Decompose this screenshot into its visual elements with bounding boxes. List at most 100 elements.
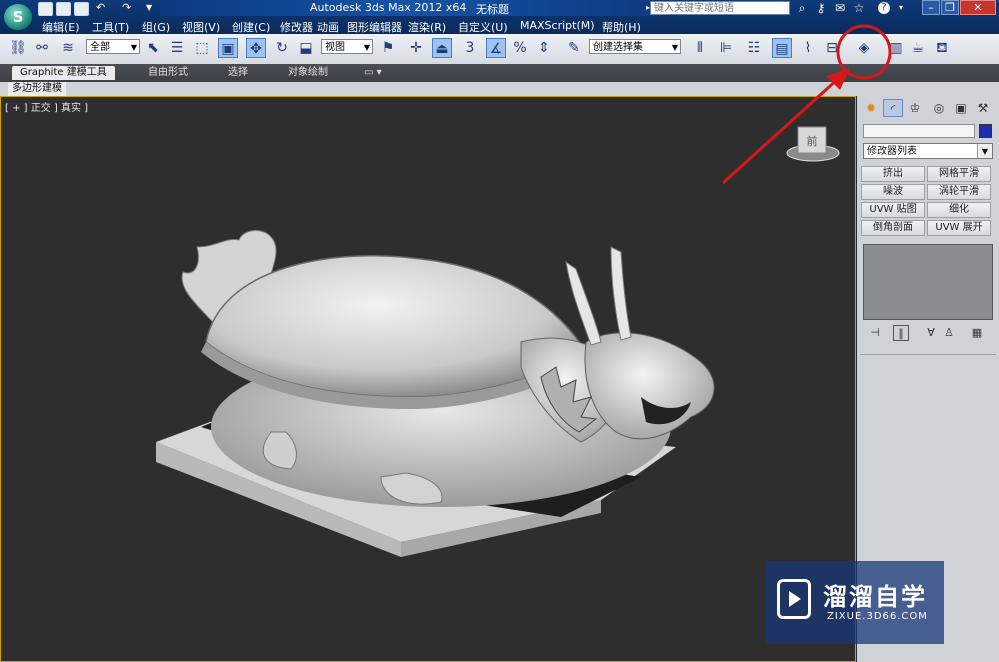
select-object-icon[interactable]: ⬉ bbox=[143, 38, 163, 58]
tessellate-button[interactable]: 细化 bbox=[927, 202, 991, 218]
application-logo-button[interactable]: S bbox=[4, 4, 32, 30]
configure-modifier-sets-icon[interactable]: ▦ bbox=[969, 325, 985, 341]
modify-tab-icon[interactable]: ◜ bbox=[883, 99, 903, 117]
angle-snap-icon[interactable]: ∡ bbox=[486, 38, 506, 58]
search-input[interactable]: 键入关键字或短语 bbox=[650, 1, 790, 15]
polygon-modeling-panel[interactable]: 多边形建模 bbox=[8, 82, 66, 96]
menu-group[interactable]: 组(G) bbox=[142, 19, 170, 35]
select-and-rotate-icon[interactable]: ↻ bbox=[272, 38, 292, 58]
redo-icon[interactable]: ↷ bbox=[122, 2, 135, 14]
material-editor-icon[interactable]: ◈ bbox=[854, 38, 874, 58]
noise-button[interactable]: 噪波 bbox=[861, 184, 925, 200]
tab-selection[interactable]: 选择 bbox=[220, 66, 256, 80]
open-file-icon[interactable] bbox=[56, 2, 71, 16]
window-title: Autodesk 3ds Max 2012 x64 bbox=[310, 1, 467, 14]
communication-icon[interactable]: ✉ bbox=[833, 1, 847, 15]
tab-object-paint[interactable]: 对象绘制 bbox=[280, 66, 336, 80]
link-icon[interactable]: ⛓ bbox=[8, 38, 28, 58]
viewcube[interactable]: 前 bbox=[781, 121, 845, 169]
title-bar: S ↶ ↷ ▼ Autodesk 3ds Max 2012 x64 无标题 ▸ … bbox=[0, 0, 999, 34]
document-title: 无标题 bbox=[476, 3, 509, 16]
unlink-icon[interactable]: ⚯ bbox=[32, 38, 52, 58]
align-icon[interactable]: ⊫ bbox=[716, 38, 736, 58]
binoculars-icon[interactable]: ⌕ bbox=[795, 1, 809, 15]
hierarchy-tab-icon[interactable]: ♔ bbox=[905, 99, 925, 117]
select-and-scale-icon[interactable]: ⬓ bbox=[296, 38, 316, 58]
pivot-center-icon[interactable]: ⚑ bbox=[378, 38, 398, 58]
ribbon-options-icon[interactable]: ▭ ▾ bbox=[356, 66, 390, 80]
curve-editor-icon[interactable]: ⌇ bbox=[798, 38, 818, 58]
bind-space-warp-icon[interactable]: ≋ bbox=[58, 38, 78, 58]
menu-animation[interactable]: 动画 bbox=[317, 19, 339, 35]
menu-tools[interactable]: 工具(T) bbox=[92, 19, 129, 35]
named-selection-value: 创建选择集 bbox=[593, 42, 643, 53]
close-button[interactable]: ✕ bbox=[960, 0, 996, 15]
chevron-down-icon: ▼ bbox=[671, 43, 678, 52]
graphite-toggle-icon[interactable]: ▤ bbox=[772, 38, 792, 58]
edit-named-selection-icon[interactable]: ✎ bbox=[564, 38, 584, 58]
render-setup-icon[interactable]: ▥ bbox=[886, 38, 906, 58]
select-by-name-icon[interactable]: ☰ bbox=[167, 38, 187, 58]
restore-button[interactable]: ❐ bbox=[941, 0, 959, 15]
tab-graphite-modeling[interactable]: Graphite 建模工具 bbox=[12, 66, 115, 80]
minimize-button[interactable]: – bbox=[922, 0, 940, 15]
menu-customize[interactable]: 自定义(U) bbox=[458, 19, 508, 35]
favorites-star-icon[interactable]: ☆ bbox=[852, 1, 866, 15]
menu-edit[interactable]: 编辑(E) bbox=[42, 19, 80, 35]
new-file-icon[interactable] bbox=[38, 2, 53, 16]
select-and-move-icon[interactable]: ✥ bbox=[246, 38, 266, 58]
display-tab-icon[interactable]: ▣ bbox=[951, 99, 971, 117]
turtle-dragon-model[interactable] bbox=[1, 97, 856, 662]
menu-maxscript[interactable]: MAXScript(M) bbox=[520, 19, 595, 32]
chevron-down-icon: ▼ bbox=[363, 43, 370, 52]
utilities-tab-icon[interactable]: ⚒ bbox=[973, 99, 993, 117]
spinner-snap-icon[interactable]: ⇕ bbox=[534, 38, 554, 58]
save-file-icon[interactable] bbox=[74, 2, 89, 16]
menu-modifiers[interactable]: 修改器 bbox=[280, 19, 313, 35]
unwrap-uvw-button[interactable]: UVW 展开 bbox=[927, 220, 991, 236]
modifier-stack[interactable] bbox=[863, 244, 993, 320]
help-dropdown-icon[interactable]: ▾ bbox=[894, 1, 908, 15]
bevel-profile-button[interactable]: 倒角剖面 bbox=[861, 220, 925, 236]
reference-coordinate-dropdown[interactable]: 视图 ▼ bbox=[321, 39, 373, 54]
percent-snap-icon[interactable]: % bbox=[510, 38, 530, 58]
menu-help[interactable]: 帮助(H) bbox=[602, 19, 641, 35]
rectangular-selection-icon[interactable]: ⬚ bbox=[192, 38, 212, 58]
modifier-list-dropdown[interactable]: 修改器列表 ▼ bbox=[863, 143, 993, 159]
extrude-button[interactable]: 挤出 bbox=[861, 166, 925, 182]
named-selection-dropdown[interactable]: 创建选择集 ▼ bbox=[589, 39, 681, 54]
select-manipulate-icon[interactable]: ✛ bbox=[406, 38, 426, 58]
motion-tab-icon[interactable]: ◎ bbox=[929, 99, 949, 117]
show-end-result-icon[interactable]: ∥ bbox=[893, 325, 909, 341]
snaps-toggle-icon[interactable]: 3 bbox=[460, 38, 480, 58]
tab-freeform[interactable]: 自由形式 bbox=[140, 66, 196, 80]
selection-filter-dropdown[interactable]: 全部 ▼ bbox=[86, 39, 140, 54]
mirror-icon[interactable]: ⫴ bbox=[690, 38, 710, 58]
rendered-frame-window-icon[interactable]: ☕ bbox=[908, 38, 928, 58]
turbosmooth-button[interactable]: 涡轮平滑 bbox=[927, 184, 991, 200]
remove-modifier-icon[interactable]: ♙ bbox=[941, 325, 957, 341]
keyboard-shortcut-override-icon[interactable]: ⏏ bbox=[432, 38, 452, 58]
menu-rendering[interactable]: 渲染(R) bbox=[408, 19, 446, 35]
reference-coordinate-value: 视图 bbox=[325, 42, 345, 53]
make-unique-icon[interactable]: ∀ bbox=[923, 325, 939, 341]
subscription-icon[interactable]: ⚷ bbox=[814, 1, 828, 15]
object-color-swatch[interactable] bbox=[979, 124, 992, 138]
help-icon[interactable]: ? bbox=[878, 2, 890, 14]
pin-stack-icon[interactable]: ⊣ bbox=[867, 325, 883, 341]
render-production-icon[interactable]: ⛾ bbox=[932, 38, 952, 58]
schematic-view-icon[interactable]: ⊟ bbox=[822, 38, 842, 58]
menu-views[interactable]: 视图(V) bbox=[182, 19, 220, 35]
undo-icon[interactable]: ↶ bbox=[96, 2, 109, 14]
menu-graph-editors[interactable]: 图形编辑器 bbox=[347, 19, 402, 35]
layer-manager-icon[interactable]: ☷ bbox=[744, 38, 764, 58]
menu-create[interactable]: 创建(C) bbox=[232, 19, 270, 35]
object-name-field[interactable] bbox=[863, 124, 975, 138]
meshsmooth-button[interactable]: 网格平滑 bbox=[927, 166, 991, 182]
uvw-map-button[interactable]: UVW 贴图 bbox=[861, 202, 925, 218]
window-crossing-icon[interactable]: ▣ bbox=[218, 38, 238, 58]
chevron-down-icon: ▼ bbox=[977, 144, 992, 158]
quick-access-dropdown-icon[interactable]: ▼ bbox=[146, 2, 159, 14]
perspective-viewport[interactable]: [ + ] 正交 ] 真实 ] 前 bbox=[0, 96, 856, 662]
create-tab-icon[interactable]: ✹ bbox=[861, 99, 881, 117]
